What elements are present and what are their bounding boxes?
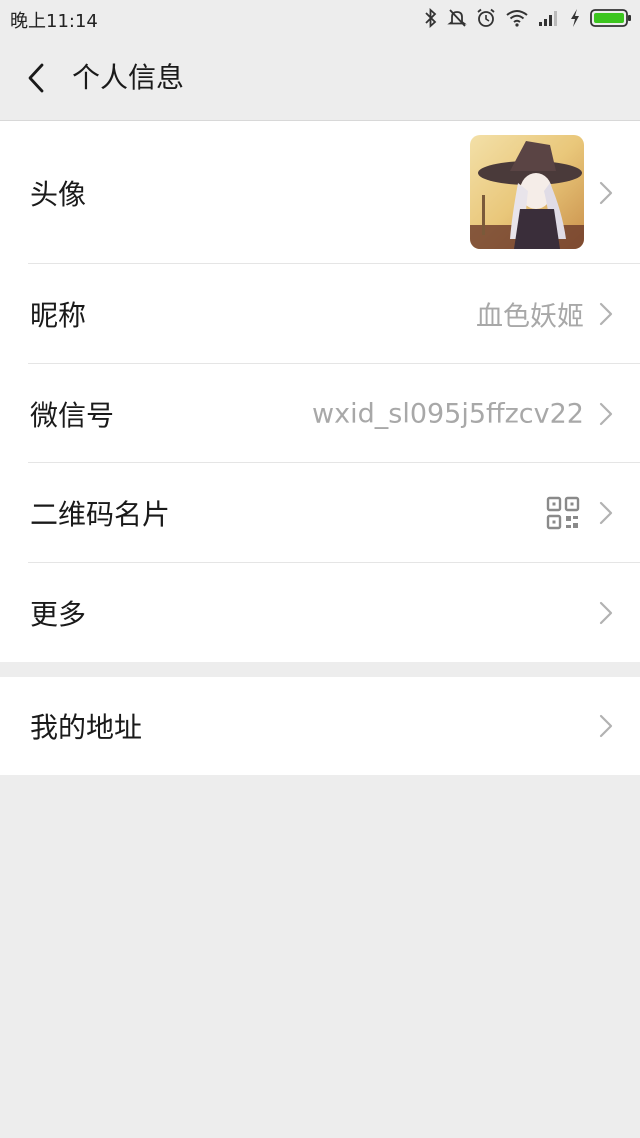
status-time: 晚上11:14 [10,11,98,32]
page-title: 个人信息 [72,61,185,94]
navigation-header: 个人信息 [0,36,640,121]
status-bar: 晚上11:14 [0,0,640,36]
avatar-label: 头像 [30,177,87,211]
status-icons [424,6,632,30]
address-group: 我的地址 [0,677,640,775]
chevron-left-icon [28,63,44,93]
charging-icon [571,9,579,27]
qr-card-label: 二维码名片 [30,498,171,531]
avatar-row[interactable]: 头像 [0,121,640,264]
chevron-right-icon [599,714,613,738]
back-button[interactable] [16,58,56,98]
chevron-right-icon [599,302,613,326]
chevron-right-icon [599,501,613,525]
wechat-id-value: wxid_sl095j5ffzcv22 [312,398,584,429]
qr-code-icon [546,496,580,530]
more-row[interactable]: 更多 [0,563,640,662]
qr-card-row[interactable]: 二维码名片 [0,463,640,563]
profile-info-group: 头像 昵称 血色妖姬 微信号 wxid_sl095j5ffzcv22 二维码名片… [0,121,640,662]
battery-icon [590,9,631,27]
more-label: 更多 [30,597,87,631]
address-label: 我的地址 [30,711,143,744]
chevron-right-icon [599,181,613,204]
wechat-id-row[interactable]: 微信号 wxid_sl095j5ffzcv22 [0,364,640,463]
chevron-right-icon [599,402,613,425]
nickname-value: 血色妖姬 [476,301,584,333]
chevron-right-icon [599,601,613,624]
address-row[interactable]: 我的地址 [0,677,640,775]
signal-icon [539,11,557,26]
bluetooth-icon [425,8,437,28]
avatar [470,135,584,249]
alarm-icon [477,8,495,27]
nickname-label: 昵称 [30,299,87,332]
nickname-row[interactable]: 昵称 血色妖姬 [0,264,640,364]
wechat-id-label: 微信号 [30,398,115,432]
mute-icon [447,9,467,27]
wifi-icon [506,10,528,27]
